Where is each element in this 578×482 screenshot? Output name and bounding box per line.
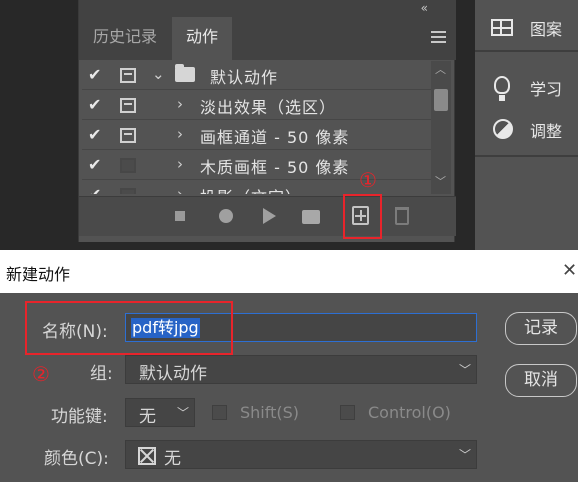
list-item[interactable]: ✔ › 淡出效果（选区） [82,91,431,120]
actions-panel: « 历史记录 动作 ✔ ⌄ 默认动作 ✔ › 淡出效果（选区） ✔ › 画框通道… [78,0,456,242]
chevron-down-icon: ﹀ [458,448,471,462]
panel-collapse-bar[interactable]: « [79,0,456,17]
control-checkbox[interactable] [340,405,355,420]
scroll-down-icon[interactable]: ﹀ [435,173,446,189]
panel-tabbar: 历史记录 动作 [79,17,456,60]
list-item[interactable]: ✔ › 投影（文字） [82,181,431,194]
actions-toolbar [79,196,456,236]
highlight-new-action [343,194,382,239]
function-key-label: 功能键: [51,407,108,427]
dock-item-learn[interactable]: 学习 [475,66,578,106]
chevron-right-icon[interactable]: › [177,185,183,194]
action-label: 木质画框 - 50 像素 [200,158,350,177]
delete-icon[interactable] [395,207,409,225]
control-label: Control(O) [368,403,451,422]
cancel-button[interactable]: 取消 [505,364,577,397]
no-color-icon [138,447,156,465]
collapse-icon[interactable]: « [421,0,428,16]
function-key-value: 无 [139,407,156,427]
action-set-label: 默认动作 [210,68,279,87]
dock-item-adjustments[interactable]: 调整 [475,108,578,148]
function-key-select[interactable]: 无 ﹀ [125,398,195,427]
record-button[interactable]: 记录 [505,312,577,345]
annotation-marker-2: ② [32,362,50,386]
color-select-value: 无 [164,449,181,469]
close-icon[interactable]: ✕ [562,260,577,281]
check-icon[interactable]: ✔ [88,65,101,84]
play-icon[interactable] [263,208,276,224]
chevron-down-icon: ﹀ [458,363,471,377]
right-dock-panel: 图案 学习 调整 [475,0,578,250]
action-label: 画框通道 - 50 像素 [200,128,350,147]
chevron-right-icon[interactable]: › [177,125,183,143]
check-icon[interactable]: ✔ [88,155,101,174]
check-icon[interactable]: ✔ [88,185,101,194]
scroll-thumb[interactable] [434,89,448,111]
list-item[interactable]: ✔ › 木质画框 - 50 像素 [82,151,431,180]
dialog-title: 新建动作 [6,265,71,284]
new-set-icon[interactable] [302,210,320,224]
dialog-toggle-icon[interactable] [120,188,136,194]
actions-list: ✔ ⌄ 默认动作 ✔ › 淡出效果（选区） ✔ › 画框通道 - 50 像素 ✔… [82,61,431,194]
dock-item-label: 图案 [530,20,563,39]
scroll-up-icon[interactable]: ︿ [435,61,446,77]
highlight-name-field [25,301,233,355]
color-select[interactable]: 无 ﹀ [125,440,477,469]
dialog-toggle-icon[interactable] [120,128,136,143]
chevron-right-icon[interactable]: › [177,95,183,113]
record-icon[interactable] [219,209,233,223]
chevron-right-icon[interactable]: › [177,155,183,173]
divider [475,155,578,157]
dialog-toggle-icon[interactable] [120,158,136,173]
stop-icon[interactable] [175,211,185,221]
tab-history[interactable]: 历史记录 [79,17,171,60]
set-select[interactable]: 默认动作 ﹀ [125,355,477,384]
dock-item-label: 学习 [530,80,563,99]
dialog-titlebar: 新建动作 ✕ [0,250,578,293]
dialog-toggle-icon[interactable] [120,68,136,83]
action-label: 投影（文字） [200,184,302,194]
learn-icon [494,76,510,101]
check-icon[interactable]: ✔ [88,95,101,114]
panel-menu-icon[interactable] [431,31,446,44]
check-icon[interactable]: ✔ [88,125,101,144]
set-select-value: 默认动作 [139,364,207,384]
new-action-dialog: 新建动作 ✕ 名称(N): pdf转jpg 组: 默认动作 ﹀ 功能键: 无 ﹀… [0,250,578,482]
folder-icon [175,64,195,82]
list-item[interactable]: ✔ › 画框通道 - 50 像素 [82,121,431,150]
shift-label: Shift(S) [240,403,300,422]
shift-checkbox[interactable] [212,405,227,420]
annotation-marker-1: ① [359,168,377,192]
divider [475,50,578,52]
tab-actions[interactable]: 动作 [172,17,233,60]
action-label: 淡出效果（选区） [200,98,337,117]
pattern-icon [491,19,513,36]
dock-item-pattern[interactable]: 图案 [475,6,578,46]
list-item[interactable]: ✔ ⌄ 默认动作 [82,61,431,90]
chevron-down-icon: ﹀ [176,406,189,420]
adjustments-icon [493,119,513,139]
set-label: 组: [90,364,113,384]
list-scrollbar[interactable]: ︿ ﹀ [431,61,451,194]
dock-item-label: 调整 [530,122,563,141]
chevron-down-icon[interactable]: ⌄ [152,65,165,83]
color-label: 颜色(C): [44,449,109,469]
dialog-toggle-icon[interactable] [120,98,136,113]
